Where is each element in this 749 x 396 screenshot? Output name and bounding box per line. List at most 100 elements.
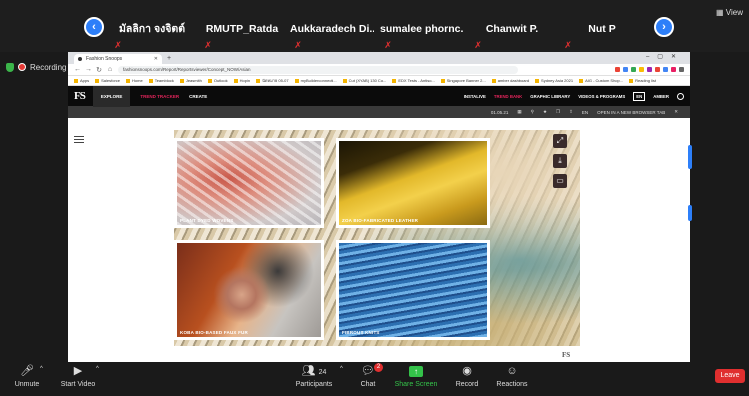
view-button[interactable]: ▦ View xyxy=(716,8,743,17)
home-icon[interactable]: ⌂ xyxy=(107,66,113,73)
bookmark-item[interactable]: Sydney Asia 2021 xyxy=(535,78,573,83)
record-icon: ◉ xyxy=(462,365,472,377)
present-icon[interactable]: ▭ xyxy=(553,174,567,188)
viewer-lang[interactable]: EN xyxy=(582,110,588,115)
extension-icons[interactable] xyxy=(615,67,684,72)
nav-videos-programs[interactable]: VIDEOS & PROGRAMS xyxy=(578,94,625,99)
copy-icon[interactable]: ❐ xyxy=(556,109,560,115)
reload-icon[interactable]: ↻ xyxy=(96,66,102,74)
muted-mic-icon: ✗ xyxy=(204,40,212,50)
viewer-toolbar: 01.05.21 ▦ ⚲ ★ ❐ ⇪ EN OPEN IN A NEW BROW… xyxy=(68,106,690,118)
participant-tile[interactable]: sumalee phornc... ✗ xyxy=(380,14,464,50)
bookmark-item[interactable]: Outlook xyxy=(208,78,228,83)
material-label: FIBROUS KNITS xyxy=(342,330,380,335)
nav-instalive[interactable]: INSTALIVE xyxy=(464,94,486,99)
nav-graphic-library[interactable]: GRAPHIC LIBRARY xyxy=(530,94,570,99)
participant-tile[interactable]: Aukkaradech Di... ✗ xyxy=(290,14,374,50)
participant-name: sumalee phornc... xyxy=(380,23,464,35)
back-icon[interactable]: ← xyxy=(74,66,81,73)
chat-button[interactable]: 💬︎ 2 Chat xyxy=(354,363,383,394)
close-tab-icon[interactable]: ✕ xyxy=(154,54,158,64)
bookmark-item[interactable]: Salesforce xyxy=(95,78,120,83)
nav-trend-bank[interactable]: TREND BANK xyxy=(494,94,522,99)
chat-label: Chat xyxy=(360,381,376,388)
muted-mic-icon: ✗ xyxy=(294,40,302,50)
nav-trend-tracker[interactable]: TREND TRACKER xyxy=(140,94,179,99)
pin-icon[interactable]: ⚲ xyxy=(531,109,534,115)
shield-icon xyxy=(6,62,14,72)
share-screen-button[interactable]: ↑ Share Screen xyxy=(394,364,438,394)
participant-tile[interactable]: มัลลิกา จงจิตต์ ✗ xyxy=(110,14,194,50)
side-panel-handle[interactable] xyxy=(688,145,692,169)
bookmark-item[interactable]: Reading list xyxy=(629,78,656,83)
reactions-label: Reactions xyxy=(496,381,528,388)
participant-tile[interactable]: Chanwit P. ✗ xyxy=(470,14,554,50)
browser-tab[interactable]: Fashion Snoops ✕ xyxy=(74,54,162,64)
site-logo[interactable]: FS xyxy=(74,90,86,102)
recording-indicator[interactable]: Recording xyxy=(6,61,66,73)
expand-icon[interactable]: ⤢ xyxy=(553,134,567,148)
grid-icon[interactable]: ▦ xyxy=(517,109,521,115)
record-button[interactable]: ◉ Record xyxy=(452,364,482,394)
user-name[interactable]: AMBER xyxy=(653,94,669,99)
video-off-icon: ▶︎ xyxy=(73,365,83,377)
nav-create[interactable]: CREATE xyxy=(189,94,207,99)
prev-page-arrow-icon[interactable]: ‹ xyxy=(84,17,104,37)
record-label: Record xyxy=(455,381,479,388)
muted-mic-icon: ✗ xyxy=(564,40,572,50)
chevron-up-icon[interactable]: ^ xyxy=(40,366,43,372)
material-card[interactable]: ZOA BIO-FABRICATED LEATHER xyxy=(336,138,490,228)
leave-button[interactable]: Leave xyxy=(715,369,745,383)
forward-icon[interactable]: → xyxy=(85,66,92,73)
close-viewer-icon[interactable]: ✕ xyxy=(674,109,678,115)
start-video-button[interactable]: ▶︎ Start Video ^ xyxy=(58,364,99,394)
material-card[interactable]: FIBROUS KNITS xyxy=(336,240,490,340)
chat-badge: 2 xyxy=(374,363,383,372)
open-new-tab-link[interactable]: OPEN IN A NEW BROWSER TAB xyxy=(597,110,665,115)
side-panel-handle[interactable] xyxy=(688,205,692,221)
participant-tile[interactable]: Nut P ✗ xyxy=(560,14,644,50)
menu-icon[interactable] xyxy=(74,136,84,143)
participant-tile[interactable]: RMUTP_Ratda ✗ xyxy=(200,14,284,50)
share-icon[interactable]: ⇪ xyxy=(569,109,573,115)
viewer-date: 01.05.21 xyxy=(490,109,509,115)
material-card[interactable]: PLANT DYED WOVENS xyxy=(174,138,324,228)
bookmark-item[interactable]: amber dashboard xyxy=(492,78,529,83)
material-card[interactable]: KOBA BIO-BASED FAUX FUR xyxy=(174,240,324,340)
language-select[interactable]: EN xyxy=(633,91,646,101)
reactions-button[interactable]: ☺ Reactions xyxy=(494,364,530,394)
star-icon[interactable]: ★ xyxy=(543,109,547,115)
reactions-icon: ☺ xyxy=(506,365,518,377)
bookmark-item[interactable]: Hopin xyxy=(234,78,250,83)
share-screen-label: Share Screen xyxy=(394,381,438,388)
view-label: View xyxy=(725,8,743,17)
unmute-label: Unmute xyxy=(14,381,40,388)
browser-tab-bar: Fashion Snoops ✕ + –▢✕ xyxy=(68,52,690,64)
bookmark-item[interactable]: myBuilderconnecti... xyxy=(295,78,337,83)
participants-button[interactable]: 👥︎ 24 Participants ^ xyxy=(290,364,343,394)
muted-mic-icon: ✗ xyxy=(114,40,122,50)
user-avatar-icon[interactable] xyxy=(677,92,684,100)
bookmark-item[interactable]: Apps xyxy=(74,78,89,83)
bookmark-item[interactable]: Jeasmith xyxy=(180,78,202,83)
mood-board: PLANT DYED WOVENS ZOA BIO-FABRICATED LEA… xyxy=(174,130,580,346)
bookmark-item[interactable]: Teamblock xyxy=(149,78,174,83)
bookmark-item[interactable]: Home xyxy=(126,78,143,83)
bookmark-item[interactable]: นัดหมาย 05-07 xyxy=(256,77,289,84)
next-page-arrow-icon[interactable]: › xyxy=(654,17,674,37)
url-field[interactable]: fashionsnoops.com/Report/Reportsviewer/C… xyxy=(118,65,518,74)
download-icon[interactable]: ⤓ xyxy=(553,154,567,168)
material-label: KOBA BIO-BASED FAUX FUR xyxy=(180,330,248,335)
meeting-toolbar: 🎤︎ Unmute ^ ▶︎ Start Video ^ 👥︎ 24 Parti… xyxy=(0,362,749,396)
chevron-up-icon[interactable]: ^ xyxy=(96,366,99,372)
bookmark-item[interactable]: Cut (XYAB) 130 Co... xyxy=(343,78,387,83)
chevron-up-icon[interactable]: ^ xyxy=(340,366,343,372)
window-controls[interactable]: –▢✕ xyxy=(646,53,684,60)
bookmark-item[interactable]: Singapore Banner 2... xyxy=(441,78,486,83)
new-tab-icon[interactable]: + xyxy=(167,54,171,64)
bookmark-item[interactable]: EDX Tests - Antiso... xyxy=(392,78,434,83)
nav-explore[interactable]: EXPLORE xyxy=(92,85,131,107)
unmute-button[interactable]: 🎤︎ Unmute ^ xyxy=(10,364,44,394)
record-dot-icon xyxy=(18,63,26,71)
bookmark-item[interactable]: AIG - Custom Shop... xyxy=(579,78,623,83)
